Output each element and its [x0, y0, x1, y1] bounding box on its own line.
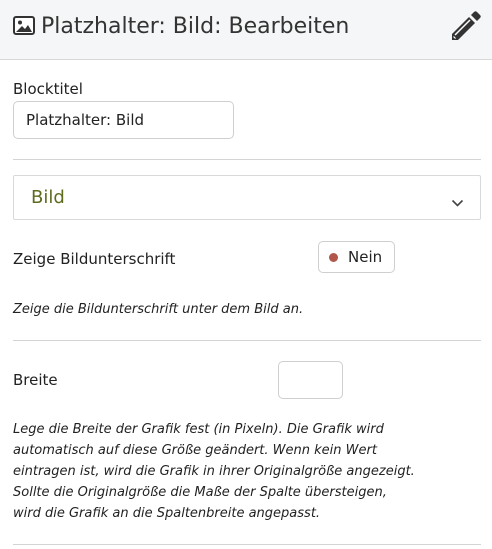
- image-section-accordion[interactable]: Bild: [13, 175, 481, 220]
- image-icon: [13, 16, 35, 35]
- help-line: Lege die Breite der Grafik fest (in Pixe…: [13, 422, 384, 437]
- width-input[interactable]: [278, 361, 343, 399]
- accordion-label: Bild: [31, 187, 65, 208]
- help-line: automatisch auf diese Größe geändert. We…: [13, 443, 377, 458]
- divider: [13, 159, 481, 160]
- width-label: Breite: [13, 371, 58, 389]
- show-caption-toggle[interactable]: Nein: [318, 241, 395, 273]
- help-line: eintragen ist, wird die Grafik in ihrer …: [13, 464, 415, 479]
- chevron-down-icon: [451, 193, 464, 207]
- dialog-title: Platzhalter: Bild: Bearbeiten: [41, 14, 350, 39]
- show-caption-label: Zeige Bildunterschrift: [13, 250, 176, 268]
- block-title-label: Blocktitel: [13, 80, 83, 98]
- block-title-input[interactable]: [13, 101, 234, 139]
- show-caption-help: Zeige die Bildunterschrift unter dem Bil…: [13, 302, 304, 317]
- pencil-icon[interactable]: [448, 9, 482, 43]
- divider: [13, 544, 481, 545]
- width-help: Lege die Breite der Grafik fest (in Pixe…: [13, 419, 415, 524]
- divider: [13, 340, 481, 341]
- help-line: wird die Grafik an die Spaltenbreite ang…: [13, 506, 321, 521]
- help-line: Sollte die Originalgröße die Maße der Sp…: [13, 485, 387, 500]
- toggle-state-label: Nein: [348, 248, 383, 266]
- dialog-header: Platzhalter: Bild: Bearbeiten: [0, 0, 492, 60]
- toggle-status-dot: [329, 253, 338, 262]
